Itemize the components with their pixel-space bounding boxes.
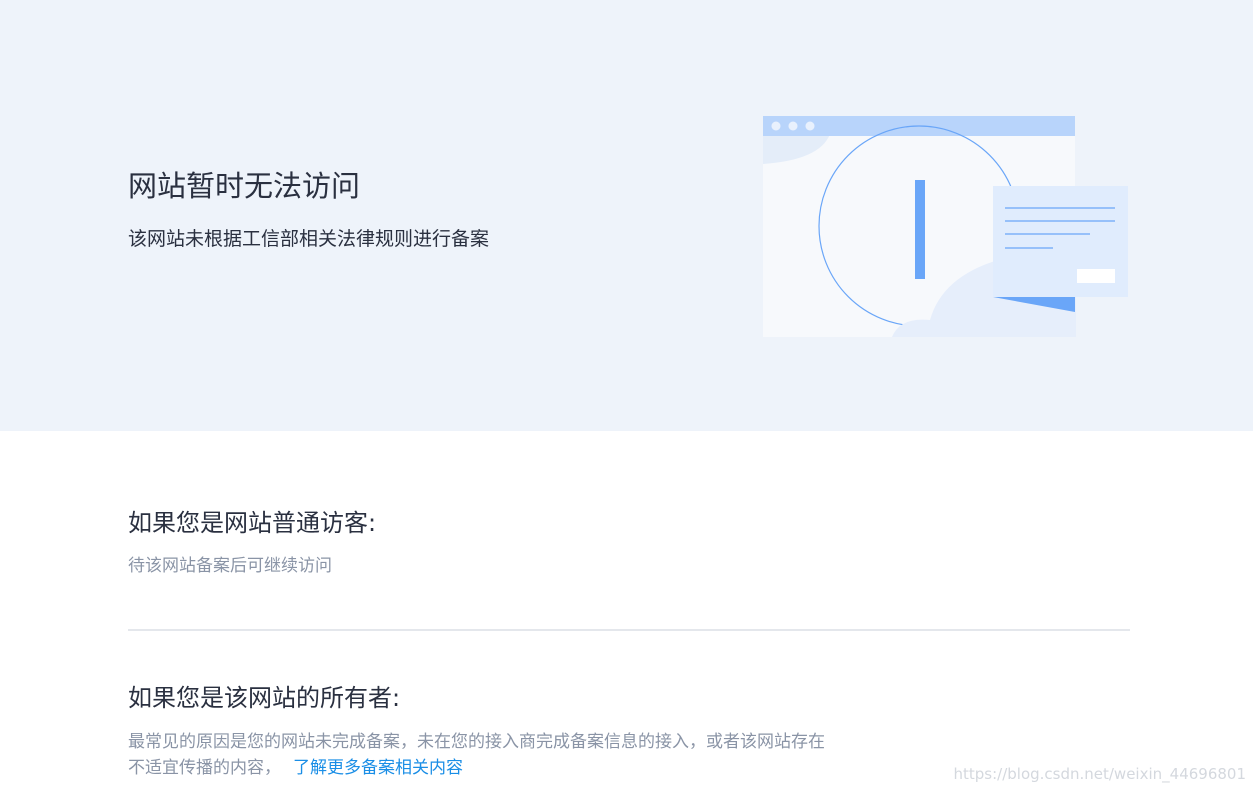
- exclamation-dot-icon: [915, 269, 925, 279]
- owner-heading: 如果您是该网站的所有者:: [128, 684, 401, 712]
- exclamation-icon: [915, 180, 925, 270]
- document-button: [1077, 269, 1115, 283]
- section-divider: [128, 629, 1130, 631]
- owner-text-line2: 不适宜传播的内容，: [128, 758, 281, 778]
- window-dot: [805, 121, 815, 131]
- owner-text-line1: 最常见的原因是您的网站未完成备案，未在您的接入商完成备案信息的接入，或者该网站存…: [128, 732, 825, 752]
- page-title: 网站暂时无法访问: [128, 169, 361, 203]
- window-dot: [788, 121, 798, 131]
- visitor-text: 待该网站备案后可继续访问: [128, 556, 332, 576]
- window-dot: [771, 121, 781, 131]
- hero-banner: 网站暂时无法访问 该网站未根据工信部相关法律规则进行备案: [0, 0, 1253, 431]
- watermark: https://blog.csdn.net/weixin_44696801: [953, 765, 1246, 783]
- page-subtitle: 该网站未根据工信部相关法律规则进行备案: [128, 228, 490, 250]
- learn-more-link[interactable]: 了解更多备案相关内容: [293, 758, 463, 778]
- visitor-heading: 如果您是网站普通访客:: [128, 509, 377, 537]
- browser-warning-illustration: [763, 116, 1128, 337]
- owner-text: 最常见的原因是您的网站未完成备案，未在您的接入商完成备案信息的接入，或者该网站存…: [128, 729, 888, 781]
